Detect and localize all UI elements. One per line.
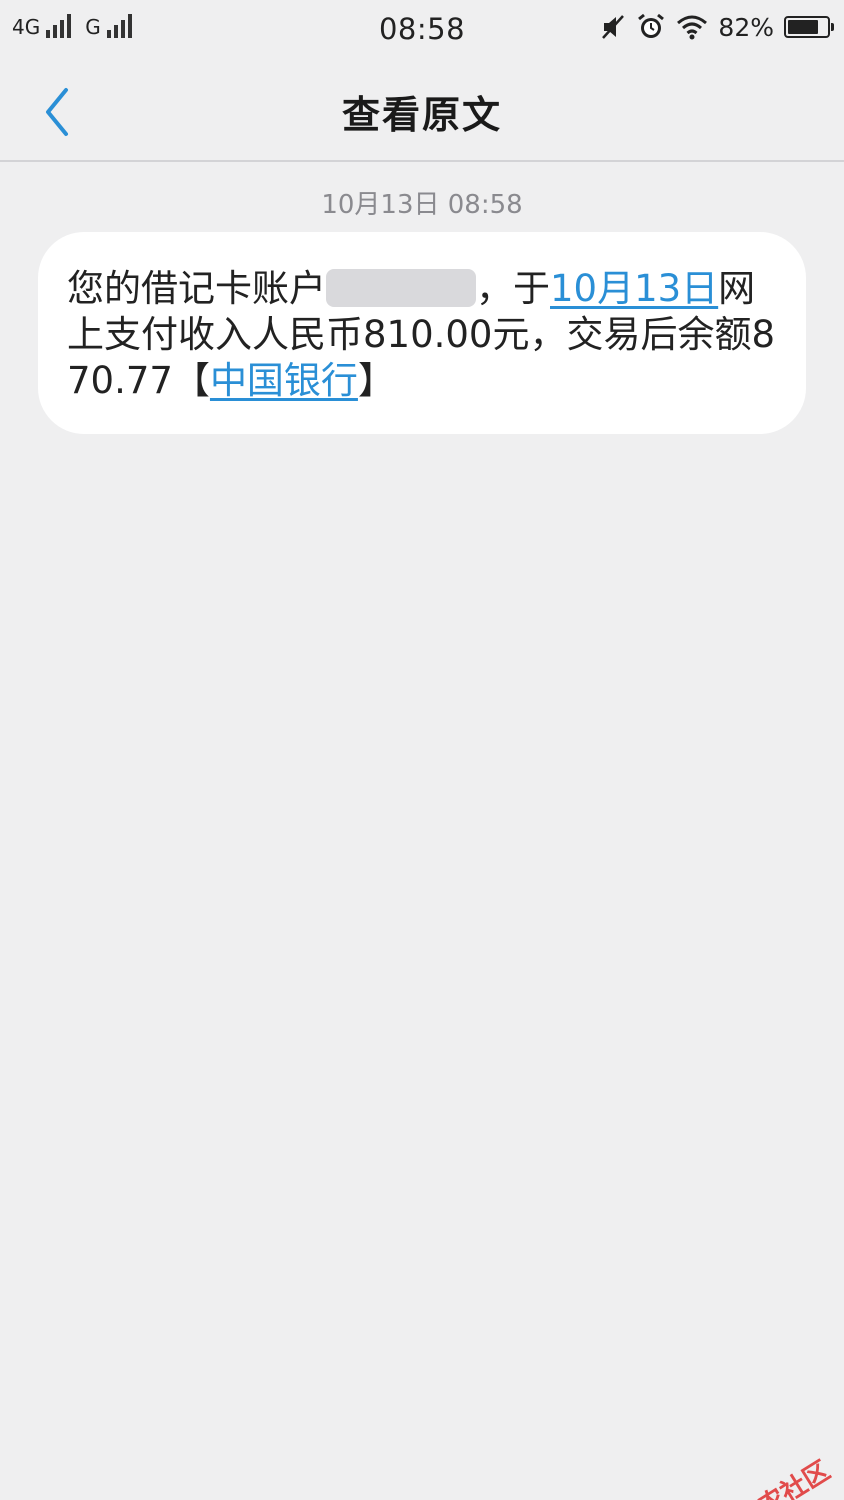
- watermark-logo: 卡农社区: [706, 1451, 836, 1500]
- message-text-part4: 】: [357, 359, 395, 402]
- status-icons: 82%: [600, 12, 834, 42]
- message-text-part1: 您的借记卡账户: [67, 267, 326, 310]
- wifi-icon: [677, 15, 708, 40]
- battery-percent: 82%: [718, 12, 774, 42]
- status-bar: 4G G 08:58 82%: [0, 0, 844, 60]
- message-timestamp: 10月13日 08:58: [321, 190, 523, 220]
- header-bar: 查看原文: [0, 60, 844, 162]
- page-title: 查看原文: [341, 93, 502, 137]
- mute-icon: [602, 15, 625, 39]
- message-text-part2: ，于: [476, 267, 550, 310]
- message-text: 您的借记卡账户 ，于10月13日网上支付收入人民币810.00元，交易后余额870…: [67, 266, 776, 404]
- battery-fill: [788, 20, 819, 34]
- watermark-text: 卡农社区: [731, 1455, 836, 1500]
- bank-link[interactable]: 中国银行: [210, 359, 358, 402]
- message-bubble: 您的借记卡账户 ，于10月13日网上支付收入人民币810.00元，交易后余额870…: [38, 232, 806, 434]
- redacted-account-mask: [326, 269, 476, 307]
- battery-icon: [784, 16, 834, 38]
- sms-original-view-screen: 4G G 08:58 82% 查看原文 10月13日 08:58 您的借记卡账户…: [0, 0, 844, 1500]
- date-link[interactable]: 10月13日: [550, 267, 718, 310]
- alarm-icon: [638, 13, 665, 38]
